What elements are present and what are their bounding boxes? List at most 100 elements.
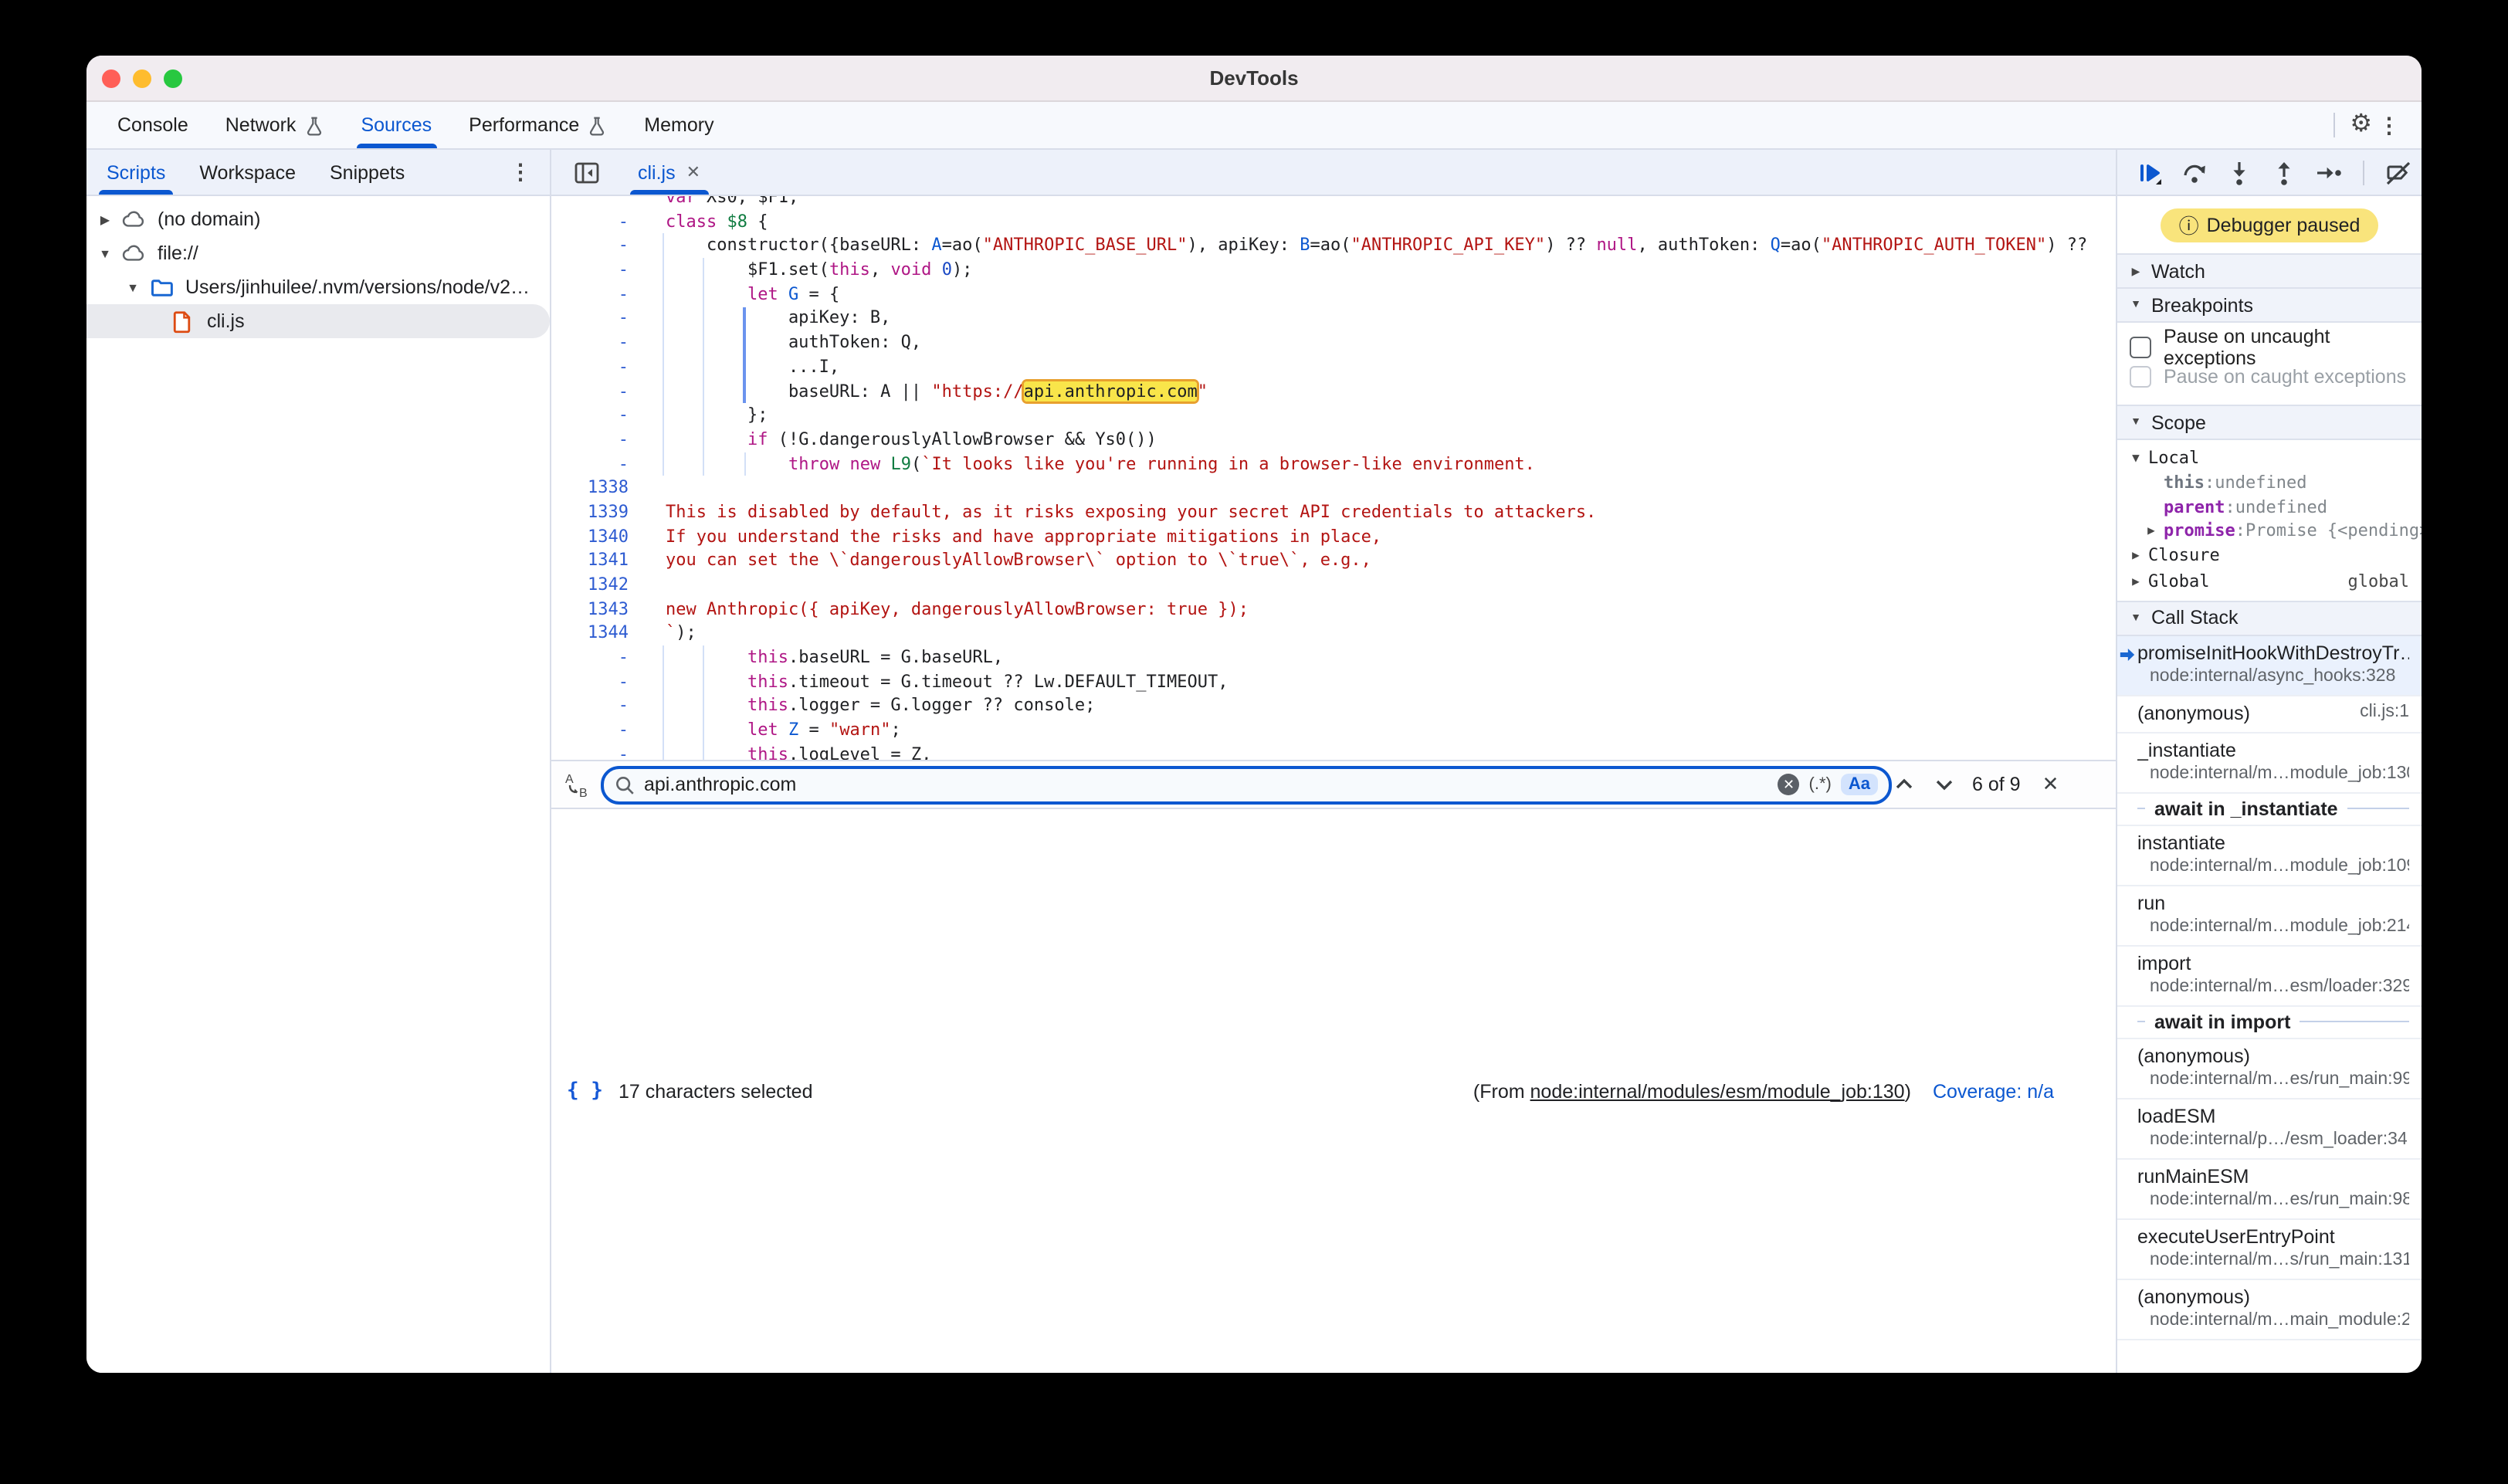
callstack-frame[interactable]: importnode:internal/m…esm/loader:329 — [2117, 946, 2422, 1006]
chevron-right-icon[interactable]: ▶ — [2130, 574, 2142, 588]
gutter-cell[interactable]: - — [551, 428, 629, 452]
gutter-cell[interactable]: - — [551, 379, 629, 403]
code-line[interactable]: 1342 — [551, 573, 2116, 597]
callstack-frame[interactable]: runnode:internal/m…module_job:214 — [2117, 886, 2422, 946]
tab-scripts[interactable]: Scripts — [105, 150, 167, 195]
regex-toggle[interactable]: (.*) — [1809, 775, 1832, 794]
scope-group-local[interactable]: ▼Local — [2117, 445, 2422, 470]
step-out-icon[interactable] — [2270, 158, 2298, 186]
code-line[interactable]: - $F1.set(this, void 0); — [551, 258, 2116, 282]
tree-item-clijs[interactable]: cli.js — [86, 304, 550, 338]
chevron-right-icon[interactable]: ▶ — [99, 212, 111, 226]
gutter-cell[interactable]: - — [551, 330, 629, 354]
gutter-cell[interactable]: 1342 — [551, 573, 629, 597]
previous-match-icon[interactable] — [1892, 772, 1917, 797]
tree-item-file-protocol[interactable]: ▼ file:// — [86, 236, 550, 270]
coverage-link[interactable]: Coverage: n/a — [1933, 1080, 2054, 1102]
tab-performance[interactable]: Performance — [450, 102, 625, 148]
close-window-button[interactable] — [102, 69, 120, 87]
callstack-frame[interactable]: promiseInitHookWithDestroyTr…node:intern… — [2117, 635, 2422, 696]
code-line[interactable]: -class $8 { — [551, 209, 2116, 233]
code-line[interactable]: 1340If you understand the risks and have… — [551, 524, 2116, 548]
gutter-cell[interactable]: - — [551, 234, 629, 258]
callstack-frame[interactable]: (anonymous)node:internal/m…main_module:2 — [2117, 1279, 2422, 1340]
code-line[interactable]: - if (!G.dangerouslyAllowBrowser && Ys0(… — [551, 428, 2116, 452]
code-line[interactable]: 1343new Anthropic({ apiKey, dangerouslyA… — [551, 597, 2116, 621]
navigator-more-icon[interactable]: ⋮ — [503, 159, 537, 185]
more-options-icon[interactable]: ⋮ — [2372, 112, 2406, 138]
tab-snippets[interactable]: Snippets — [328, 150, 406, 195]
chevron-down-icon[interactable]: ▼ — [127, 280, 139, 294]
checkbox-icon[interactable] — [2130, 336, 2151, 357]
code-line[interactable]: 1339This is disabled by default, as it r… — [551, 500, 2116, 524]
gutter-cell[interactable]: 1338 — [551, 476, 629, 500]
gutter-cell[interactable]: - — [551, 645, 629, 669]
code-line[interactable]: 1338 — [551, 476, 2116, 500]
chevron-down-icon[interactable]: ▼ — [2130, 451, 2142, 465]
source-code-editor[interactable]: var Xs0, $F1;-class $8 {- constructor({b… — [551, 196, 2116, 760]
tab-workspace[interactable]: Workspace — [198, 150, 297, 195]
step-over-icon[interactable] — [2181, 158, 2208, 186]
section-breakpoints[interactable]: ▼ Breakpoints — [2117, 289, 2422, 323]
code-line[interactable]: - this.baseURL = G.baseURL, — [551, 645, 2116, 669]
chevron-right-icon[interactable]: ▶ — [2145, 523, 2157, 537]
gutter-cell[interactable]: 1341 — [551, 549, 629, 573]
pause-caught-row[interactable]: Pause on caught exceptions — [2130, 361, 2409, 391]
checkbox-icon[interactable] — [2130, 365, 2151, 387]
step-into-icon[interactable] — [2225, 158, 2253, 186]
gutter-cell[interactable]: - — [551, 283, 629, 307]
gutter-cell[interactable]: - — [551, 452, 629, 476]
code-line[interactable]: - this.logLevel = Z, — [551, 743, 2116, 760]
pretty-print-icon[interactable]: { } — [567, 1079, 603, 1103]
settings-gear-icon[interactable]: ⚙ — [2350, 113, 2372, 137]
scope-property[interactable]: ▶promise: Promise {<pending>} — [2117, 519, 2422, 543]
section-callstack[interactable]: ▼ Call Stack — [2117, 600, 2422, 635]
code-line[interactable]: - authToken: Q, — [551, 330, 2116, 354]
chevron-down-icon[interactable]: ▼ — [99, 246, 111, 260]
resume-script-icon[interactable] — [2136, 158, 2164, 186]
code-line[interactable]: - ...I, — [551, 355, 2116, 379]
gutter-cell[interactable]: 1344 — [551, 622, 629, 645]
gutter-cell[interactable]: - — [551, 355, 629, 379]
chevron-right-icon[interactable]: ▶ — [2130, 549, 2142, 563]
code-line[interactable]: - this.timeout = G.timeout ?? Lw.DEFAULT… — [551, 670, 2116, 694]
source-origin-link[interactable]: node:internal/modules/esm/module_job:130 — [1530, 1080, 1905, 1102]
callstack-frame[interactable]: (anonymous)cli.js:1 — [2117, 696, 2422, 733]
close-find-bar-icon[interactable]: ✕ — [2036, 772, 2066, 797]
next-match-icon[interactable] — [1932, 772, 1957, 797]
gutter-cell[interactable]: - — [551, 258, 629, 282]
code-line[interactable]: - apiKey: B, — [551, 307, 2116, 330]
gutter-cell[interactable]: 1340 — [551, 524, 629, 548]
replace-toggle-icon[interactable]: AB — [564, 771, 591, 798]
search-input-box[interactable]: ✕ (.*) Aa — [601, 765, 1892, 804]
search-input[interactable] — [644, 774, 1769, 795]
gutter-cell[interactable]: - — [551, 403, 629, 427]
code-line[interactable]: 1341you can set the \`dangerouslyAllowBr… — [551, 549, 2116, 573]
section-watch[interactable]: ▶ Watch — [2117, 253, 2422, 289]
code-line[interactable]: - baseURL: A || "https://api.anthropic.c… — [551, 379, 2116, 403]
scope-property[interactable]: this: undefined — [2117, 470, 2422, 494]
minimize-window-button[interactable] — [133, 69, 151, 87]
code-line[interactable]: - }; — [551, 403, 2116, 427]
step-icon[interactable] — [2315, 158, 2343, 186]
gutter-cell[interactable]: 1343 — [551, 597, 629, 621]
gutter-cell[interactable]: - — [551, 694, 629, 718]
callstack-frame[interactable]: _instantiatenode:internal/m…module_job:1… — [2117, 733, 2422, 793]
callstack-frame[interactable]: executeUserEntryPointnode:internal/m…s/r… — [2117, 1219, 2422, 1279]
scope-property[interactable]: parent: undefined — [2117, 494, 2422, 518]
gutter-cell[interactable]: - — [551, 307, 629, 330]
clear-search-icon[interactable]: ✕ — [1778, 774, 1800, 795]
gutter-cell[interactable]: - — [551, 743, 629, 760]
zoom-window-button[interactable] — [164, 69, 182, 87]
tree-item-no-domain[interactable]: ▶ (no domain) — [86, 202, 550, 236]
callstack-frame[interactable]: loadESMnode:internal/p…/esm_loader:34 — [2117, 1099, 2422, 1159]
section-scope[interactable]: ▼ Scope — [2117, 405, 2422, 440]
gutter-cell[interactable]: - — [551, 718, 629, 742]
editor-tab-clijs[interactable]: cli.js ✕ — [622, 150, 716, 195]
scope-group-global[interactable]: ▶Globalglobal — [2117, 568, 2422, 594]
gutter-cell[interactable]: - — [551, 670, 629, 694]
callstack-frame[interactable]: runMainESMnode:internal/m…es/run_main:98 — [2117, 1159, 2422, 1219]
code-line[interactable]: 1344`); — [551, 622, 2116, 645]
match-case-toggle[interactable]: Aa — [1841, 774, 1878, 795]
deactivate-breakpoints-icon[interactable] — [2384, 158, 2412, 186]
